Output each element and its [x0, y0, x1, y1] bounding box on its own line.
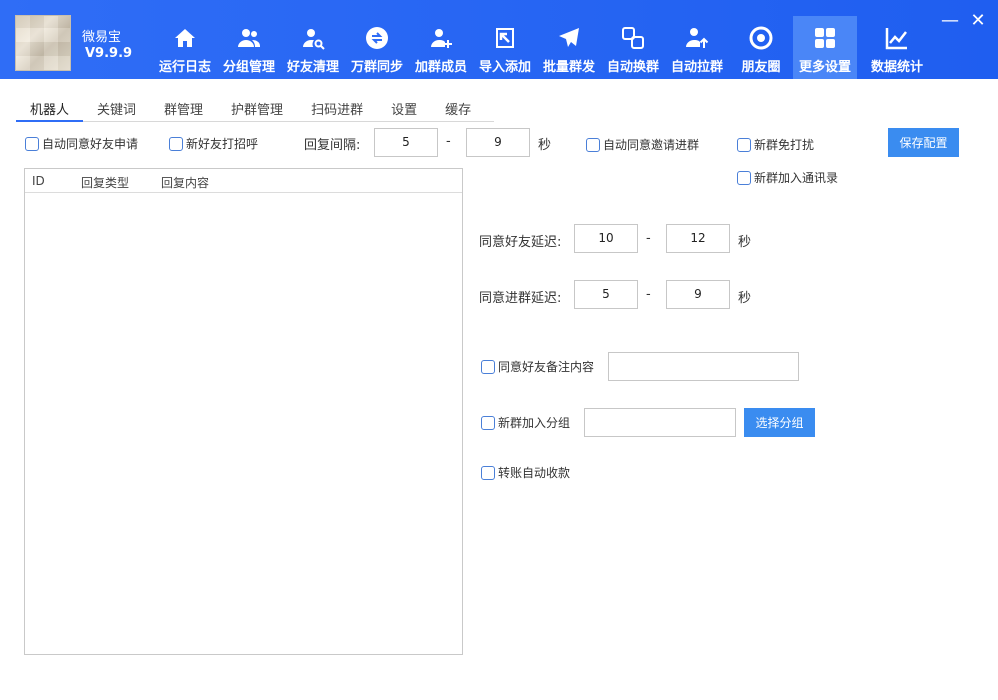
- range-dash: -: [646, 287, 651, 302]
- auto-receive-transfer-checkbox[interactable]: 转账自动收款: [481, 464, 570, 481]
- reply-interval-max-input[interactable]: 9: [466, 128, 530, 157]
- new-group-add-contacts-checkbox[interactable]: 新群加入通讯录: [737, 169, 838, 186]
- reply-interval-min-input[interactable]: 5: [374, 128, 438, 157]
- greet-new-friend-checkbox[interactable]: 新好友打招呼: [169, 135, 258, 152]
- friend-remark-checkbox[interactable]: 同意好友备注内容: [481, 358, 594, 375]
- nav-item-friend-clean[interactable]: 好友清理: [281, 16, 345, 79]
- reply-table: ID 回复类型 回复内容: [24, 168, 463, 655]
- nav-label: 朋友圈: [741, 60, 781, 75]
- tab-keywords[interactable]: 关键词: [83, 104, 150, 122]
- user-add-icon: [427, 24, 455, 52]
- tab-cache[interactable]: 缓存: [431, 104, 485, 122]
- column-header-id[interactable]: ID: [32, 174, 45, 188]
- checkbox-label: 自动同意邀请进群: [603, 138, 700, 152]
- nav-label: 万群同步: [350, 60, 403, 75]
- nav-item-group-manage[interactable]: 分组管理: [217, 16, 281, 79]
- nav-item-add-group-members[interactable]: 加群成员: [409, 16, 473, 79]
- send-icon: [555, 24, 583, 52]
- app-name: 微易宝: [82, 30, 122, 45]
- home-icon: [171, 24, 199, 52]
- new-group-add-to-group-checkbox[interactable]: 新群加入分组: [481, 414, 570, 431]
- choose-group-button[interactable]: 选择分组: [744, 408, 815, 437]
- nav-item-auto-swap-group[interactable]: 自动换群: [601, 16, 665, 79]
- checkbox-box: [737, 137, 751, 152]
- friend-remark-input[interactable]: [608, 352, 799, 381]
- column-header-reply-type[interactable]: 回复类型: [81, 174, 129, 191]
- checkbox-label: 新群免打扰: [754, 138, 815, 152]
- range-dash: -: [446, 134, 451, 149]
- checkbox-label: 转账自动收款: [498, 466, 571, 480]
- title-bar: 微易宝 V9.9.9 运行日志 分组管理 好友清理 万群同步 加群成员 导入添加…: [0, 0, 998, 79]
- aperture-icon: [747, 24, 775, 52]
- seconds-unit: 秒: [738, 291, 752, 306]
- tab-group-manage[interactable]: 群管理: [150, 104, 217, 122]
- checkbox-box: [481, 415, 495, 430]
- checkbox-box: [481, 465, 495, 480]
- user-up-icon: [683, 24, 711, 52]
- checkbox-box: [586, 137, 600, 152]
- tab-bar: 机器人 关键词 群管理 护群管理 扫码进群 设置 缓存: [16, 104, 494, 122]
- table-header: ID 回复类型 回复内容: [25, 169, 462, 193]
- tab-group-protect[interactable]: 护群管理: [217, 104, 297, 122]
- auto-accept-friend-checkbox[interactable]: 自动同意好友申请: [25, 135, 138, 152]
- reply-interval-label: 回复间隔:: [304, 138, 361, 153]
- checkbox-label: 自动同意好友申请: [42, 137, 139, 151]
- checkbox-box: [737, 170, 751, 185]
- nav-label: 导入添加: [478, 60, 531, 75]
- friend-delay-max-input[interactable]: 12: [666, 224, 730, 253]
- nav-item-auto-pull-group[interactable]: 自动拉群: [665, 16, 729, 79]
- nav-label: 运行日志: [158, 60, 211, 75]
- nav-label: 批量群发: [542, 60, 595, 75]
- seconds-unit: 秒: [738, 235, 752, 250]
- import-icon: [491, 24, 519, 52]
- group-select-input[interactable]: [584, 408, 736, 437]
- tab-qr-join[interactable]: 扫码进群: [297, 104, 377, 122]
- nav-label: 数据统计: [870, 60, 923, 75]
- app-version: V9.9.9: [85, 46, 133, 61]
- grid-icon: [811, 24, 839, 52]
- nav-label: 分组管理: [222, 60, 275, 75]
- nav-item-data-stats[interactable]: 数据统计: [857, 16, 937, 79]
- avatar[interactable]: [15, 15, 71, 71]
- column-header-reply-content[interactable]: 回复内容: [161, 174, 209, 191]
- users-icon: [235, 24, 263, 52]
- main-nav: 运行日志 分组管理 好友清理 万群同步 加群成员 导入添加 批量群发 自动换群 …: [153, 16, 937, 79]
- save-config-button[interactable]: 保存配置: [888, 128, 959, 157]
- nav-item-run-log[interactable]: 运行日志: [153, 16, 217, 79]
- minimize-button[interactable]: —: [940, 10, 960, 31]
- group-delay-label: 同意进群延迟:: [479, 291, 562, 306]
- new-group-no-disturb-checkbox[interactable]: 新群免打扰: [737, 136, 814, 153]
- nav-label: 好友清理: [286, 60, 339, 75]
- nav-label: 加群成员: [414, 60, 467, 75]
- user-search-icon: [299, 24, 327, 52]
- group-delay-min-input[interactable]: 5: [574, 280, 638, 309]
- sync-icon: [363, 24, 391, 52]
- nav-item-group-sync[interactable]: 万群同步: [345, 16, 409, 79]
- auto-accept-group-invite-checkbox[interactable]: 自动同意邀请进群: [586, 136, 699, 153]
- friend-delay-label: 同意好友延迟:: [479, 235, 562, 250]
- nav-item-import-add[interactable]: 导入添加: [473, 16, 537, 79]
- checkbox-label: 同意好友备注内容: [498, 360, 595, 374]
- swap-icon: [619, 24, 647, 52]
- nav-label: 自动换群: [606, 60, 659, 75]
- nav-item-bulk-send[interactable]: 批量群发: [537, 16, 601, 79]
- nav-label: 更多设置: [798, 60, 851, 75]
- tab-robot[interactable]: 机器人: [16, 104, 84, 122]
- tab-settings[interactable]: 设置: [377, 104, 431, 122]
- nav-label: 自动拉群: [670, 60, 723, 75]
- nav-item-moments[interactable]: 朋友圈: [729, 16, 793, 79]
- close-button[interactable]: ✕: [968, 10, 988, 31]
- friend-delay-min-input[interactable]: 10: [574, 224, 638, 253]
- chart-icon: [883, 24, 911, 52]
- checkbox-box: [169, 136, 183, 151]
- checkbox-label: 新群加入分组: [498, 416, 571, 430]
- nav-item-more-settings[interactable]: 更多设置: [793, 16, 857, 79]
- checkbox-box: [25, 136, 39, 151]
- range-dash: -: [646, 231, 651, 246]
- seconds-unit: 秒: [538, 138, 552, 153]
- checkbox-box: [481, 359, 495, 374]
- group-delay-max-input[interactable]: 9: [666, 280, 730, 309]
- checkbox-label: 新群加入通讯录: [754, 171, 839, 185]
- checkbox-label: 新好友打招呼: [186, 137, 259, 151]
